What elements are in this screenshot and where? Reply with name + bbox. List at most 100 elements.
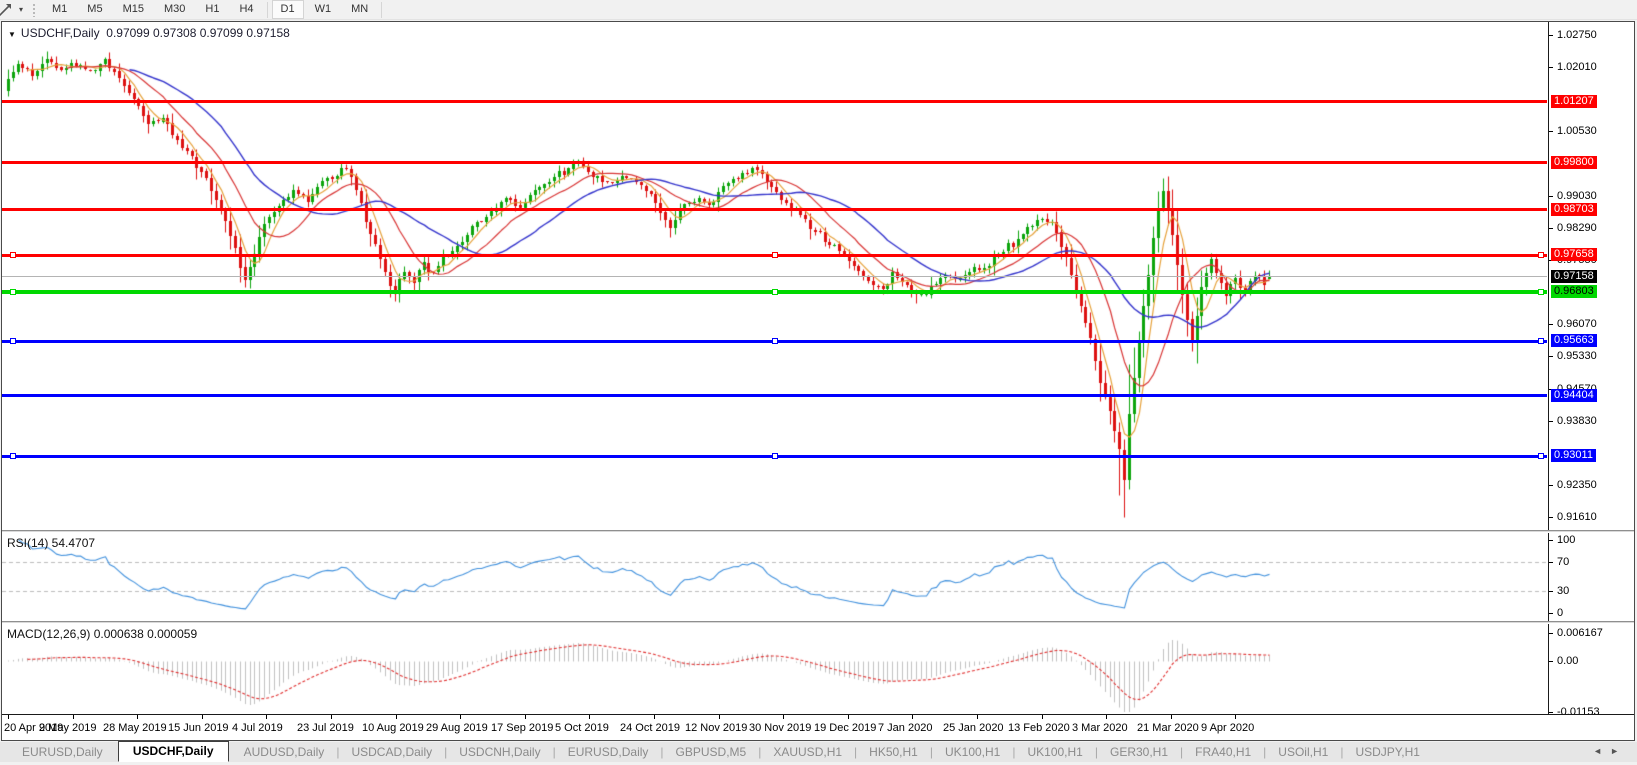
tab-hk50-h1[interactable]: HK50,H1 [857,743,930,761]
time-tick [1235,715,1236,719]
pane-separator[interactable] [2,621,1634,624]
rsi-tick-label: 100 [1557,534,1575,547]
rsi-tick-label: 30 [1557,585,1569,598]
price-axis: 1.012070.998000.987030.976580.968030.956… [1548,22,1634,714]
pane-separator[interactable] [2,530,1634,533]
tab-usdjpy-h1[interactable]: USDJPY,H1 [1343,743,1431,761]
tab-xauusd-h1[interactable]: XAUUSD,H1 [761,743,854,761]
price-line-badge: 0.94404 [1551,389,1597,402]
timeframe-button-d1[interactable]: D1 [272,0,304,19]
time-tick [912,715,913,719]
tab-eurusd-daily[interactable]: EURUSD,Daily [556,743,661,761]
timeframe-button-m30[interactable]: M30 [155,0,194,19]
rsi-tick [1549,540,1553,541]
time-tick-label: 28 May 2019 [103,722,167,734]
chart-symbol-label: USDCHF,Daily [21,26,100,40]
tab-uk100-h1[interactable]: UK100,H1 [1015,743,1094,761]
hline-handle-0.95663[interactable] [10,338,16,344]
timeframe-button-mn[interactable]: MN [342,0,377,19]
timeframe-toolbar: ▾ M1M5M15M30H1H4 D1W1MN [0,0,1637,20]
tab-ger30-h1[interactable]: GER30,H1 [1098,743,1180,761]
tab-eurusd-daily[interactable]: EURUSD,Daily [10,743,115,761]
hline-handle-0.95663[interactable] [1538,338,1544,344]
price-tick [1549,196,1553,197]
trading-terminal: ▾ M1M5M15M30H1H4 D1W1MN ▼ USDCHF,Daily 0.9… [0,0,1637,765]
hline-handle-0.93011[interactable] [1538,453,1544,459]
tab-fra40-h1[interactable]: FRA40,H1 [1183,743,1263,761]
time-tick-label: 13 Feb 2020 [1008,722,1070,734]
price-pane: ▼USDCHF,Daily 0.97099 0.97308 0.97099 0.… [2,22,1634,530]
price-line-badge: 0.95663 [1551,334,1597,347]
time-tick-label: 24 Oct 2019 [620,722,680,734]
hline-handle-0.96803[interactable] [10,289,16,295]
hline-handle-0.97658[interactable] [10,252,16,258]
time-tick-label: 9 May 2019 [39,722,96,734]
price-tick [1549,324,1553,325]
price-tick-label: 0.91610 [1557,511,1597,524]
time-tick [460,715,461,719]
hline-handle-0.97658[interactable] [1538,252,1544,258]
price-tick-label: 1.02750 [1557,29,1597,42]
tab-usdcnh-daily[interactable]: USDCNH,Daily [447,743,552,761]
rsi-pane: RSI(14) 54.4707 [2,533,1634,621]
price-tick [1549,485,1553,486]
tab-usoil-h1[interactable]: USOil,H1 [1266,743,1340,761]
hline-handle-0.97658[interactable] [772,252,778,258]
time-tick-label: 30 Nov 2019 [749,722,811,734]
tab-audusd-daily[interactable]: AUDUSD,Daily [232,743,337,761]
macd-tick [1549,661,1553,662]
price-tick-label: 0.95330 [1557,350,1597,363]
timeframe-button-m15[interactable]: M15 [114,0,153,19]
tab-uk100-h1[interactable]: UK100,H1 [933,743,1012,761]
toolbar-grip[interactable] [32,3,37,17]
cursor-tool-icon[interactable] [0,2,14,18]
price-tick [1549,35,1553,36]
macd-tick-label: 0.00 [1557,655,1578,668]
hline-1.01207[interactable] [2,100,1547,103]
price-line-badge: 0.96803 [1551,285,1597,298]
toolbar-separator [381,2,382,18]
time-tick-label: 12 Nov 2019 [685,722,747,734]
time-tick [589,715,590,719]
price-line-badge: 0.97658 [1551,248,1597,261]
hline-handle-0.93011[interactable] [772,453,778,459]
tab-gbpusd-m5[interactable]: GBPUSD,M5 [664,743,759,761]
price-tick [1549,228,1553,229]
timeframe-button-m5[interactable]: M5 [78,0,111,19]
time-tick [1042,715,1043,719]
price-line-badge: 1.01207 [1551,95,1597,108]
price-tick-label: 0.92350 [1557,479,1597,492]
hline-handle-0.96803[interactable] [772,289,778,295]
tab-scroll-right-icon[interactable]: ► [1610,746,1627,756]
price-tick [1549,517,1553,518]
chart-dropdown-icon[interactable]: ▼ [8,30,16,39]
time-tick-label: 23 Jul 2019 [297,722,354,734]
time-tick [783,715,784,719]
time-tick [848,715,849,719]
hline-0.99800[interactable] [2,161,1547,164]
timeframe-button-h4[interactable]: H4 [230,0,262,19]
price-line-badge: 0.93011 [1551,449,1596,462]
price-tick-label: 0.93830 [1557,415,1597,428]
tab-scroll-left-icon[interactable]: ◄ [1593,746,1610,756]
macd-tick [1549,633,1553,634]
hline-handle-0.96803[interactable] [1538,289,1544,295]
hline-0.94404[interactable] [2,394,1547,397]
macd-label: MACD(12,26,9) 0.000638 0.000059 [7,627,197,641]
price-tick [1549,131,1553,132]
timeframe-button-h1[interactable]: H1 [196,0,228,19]
tool-dropdown-icon[interactable]: ▾ [14,5,28,14]
tab-usdcad-daily[interactable]: USDCAD,Daily [339,743,444,761]
toolbar-separator [267,2,268,18]
hline-handle-0.95663[interactable] [772,338,778,344]
time-tick-label: 17 Sep 2019 [491,722,553,734]
price-tick [1549,421,1553,422]
hline-handle-0.93011[interactable] [10,453,16,459]
price-tick [1549,356,1553,357]
tab-usdchf-daily-active[interactable]: USDCHF,Daily [118,741,229,762]
timeframe-button-m1[interactable]: M1 [43,0,76,19]
rsi-tick [1549,562,1553,563]
hline-0.98703[interactable] [2,208,1547,211]
timeframe-button-w1[interactable]: W1 [306,0,341,19]
macd-pane: MACD(12,26,9) 0.000638 0.000059 [2,624,1634,714]
